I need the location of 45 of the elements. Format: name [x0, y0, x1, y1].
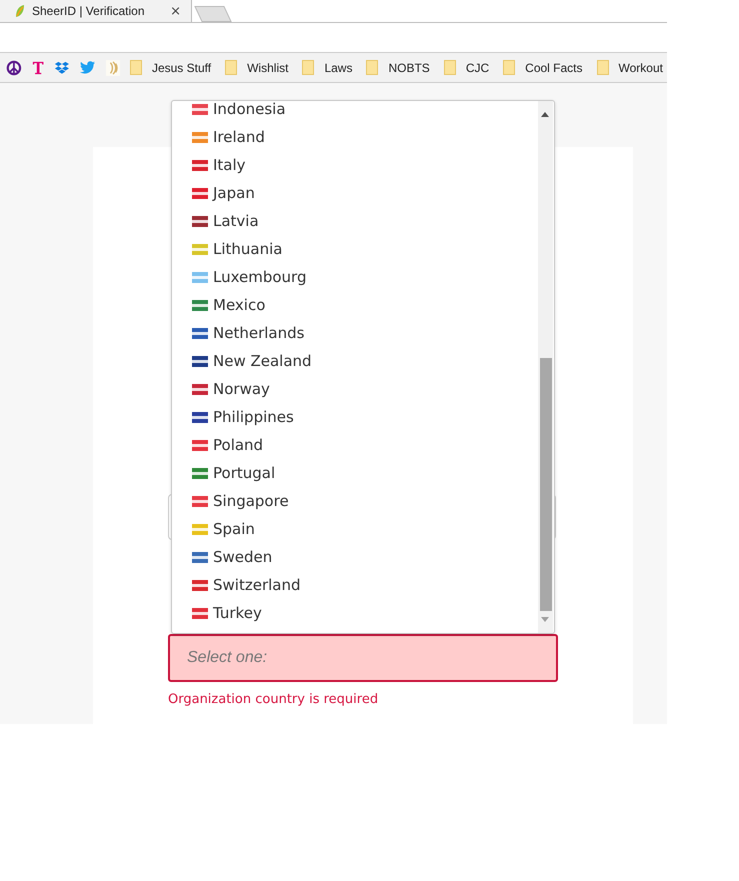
- country-option[interactable]: Philippines: [172, 403, 512, 431]
- country-option[interactable]: Mexico: [172, 291, 512, 319]
- country-option[interactable]: Turkey: [172, 599, 512, 627]
- new-tab-button[interactable]: [194, 6, 232, 22]
- bookmark-folder[interactable]: Workout: [596, 60, 667, 75]
- country-option[interactable]: Switzerland: [172, 571, 512, 599]
- peace-sign-icon[interactable]: [6, 58, 22, 76]
- bookmark-folder[interactable]: Cool Facts: [503, 60, 587, 75]
- country-option[interactable]: Italy: [172, 151, 512, 179]
- folder-icon: [596, 60, 609, 75]
- country-option[interactable]: Poland: [172, 431, 512, 459]
- scroll-up-icon[interactable]: [541, 112, 549, 117]
- folder-icon: [503, 60, 516, 75]
- country-option[interactable]: Spain: [172, 515, 512, 543]
- country-option[interactable]: Singapore: [172, 487, 512, 515]
- close-tab-button[interactable]: ×: [170, 4, 181, 18]
- sound-waves-icon[interactable]: [106, 58, 120, 76]
- folder-icon: [444, 60, 456, 75]
- country-option[interactable]: Japan: [172, 179, 512, 207]
- country-option[interactable]: Latvia: [172, 207, 512, 235]
- tab-title: SheerID | Verification: [32, 4, 146, 18]
- bookmark-folder[interactable]: Jesus Stuff: [130, 60, 216, 75]
- country-option[interactable]: Norway: [172, 375, 512, 403]
- bookmark-folder[interactable]: Wishlist: [225, 60, 292, 75]
- folder-icon: [225, 60, 238, 75]
- country-option[interactable]: Lithuania: [172, 235, 512, 263]
- bird-icon[interactable]: [80, 60, 96, 75]
- scroll-down-icon[interactable]: [541, 617, 549, 622]
- browser-tab[interactable]: SheerID | Verification ×: [0, 0, 192, 22]
- bookmark-folder[interactable]: NOBTS: [366, 60, 434, 75]
- folder-icon: [366, 60, 378, 75]
- country-option[interactable]: Sweden: [172, 543, 512, 571]
- dropbox-icon[interactable]: [54, 60, 70, 76]
- country-option[interactable]: Netherlands: [172, 319, 512, 347]
- country-option[interactable]: Luxembourg: [172, 263, 512, 291]
- bookmark-folder[interactable]: Laws: [302, 60, 356, 75]
- country-option[interactable]: Portugal: [172, 459, 512, 487]
- bookmark-folder[interactable]: CJC: [444, 60, 494, 75]
- folder-icon: [130, 60, 142, 75]
- country-option[interactable]: Ireland: [172, 123, 512, 151]
- error-message: Organization country is required: [168, 692, 378, 707]
- country-option[interactable]: Indonesia: [172, 101, 512, 123]
- leaf-icon: [14, 4, 26, 18]
- country-option[interactable]: New Zealand: [172, 347, 512, 375]
- folder-icon: [302, 60, 314, 75]
